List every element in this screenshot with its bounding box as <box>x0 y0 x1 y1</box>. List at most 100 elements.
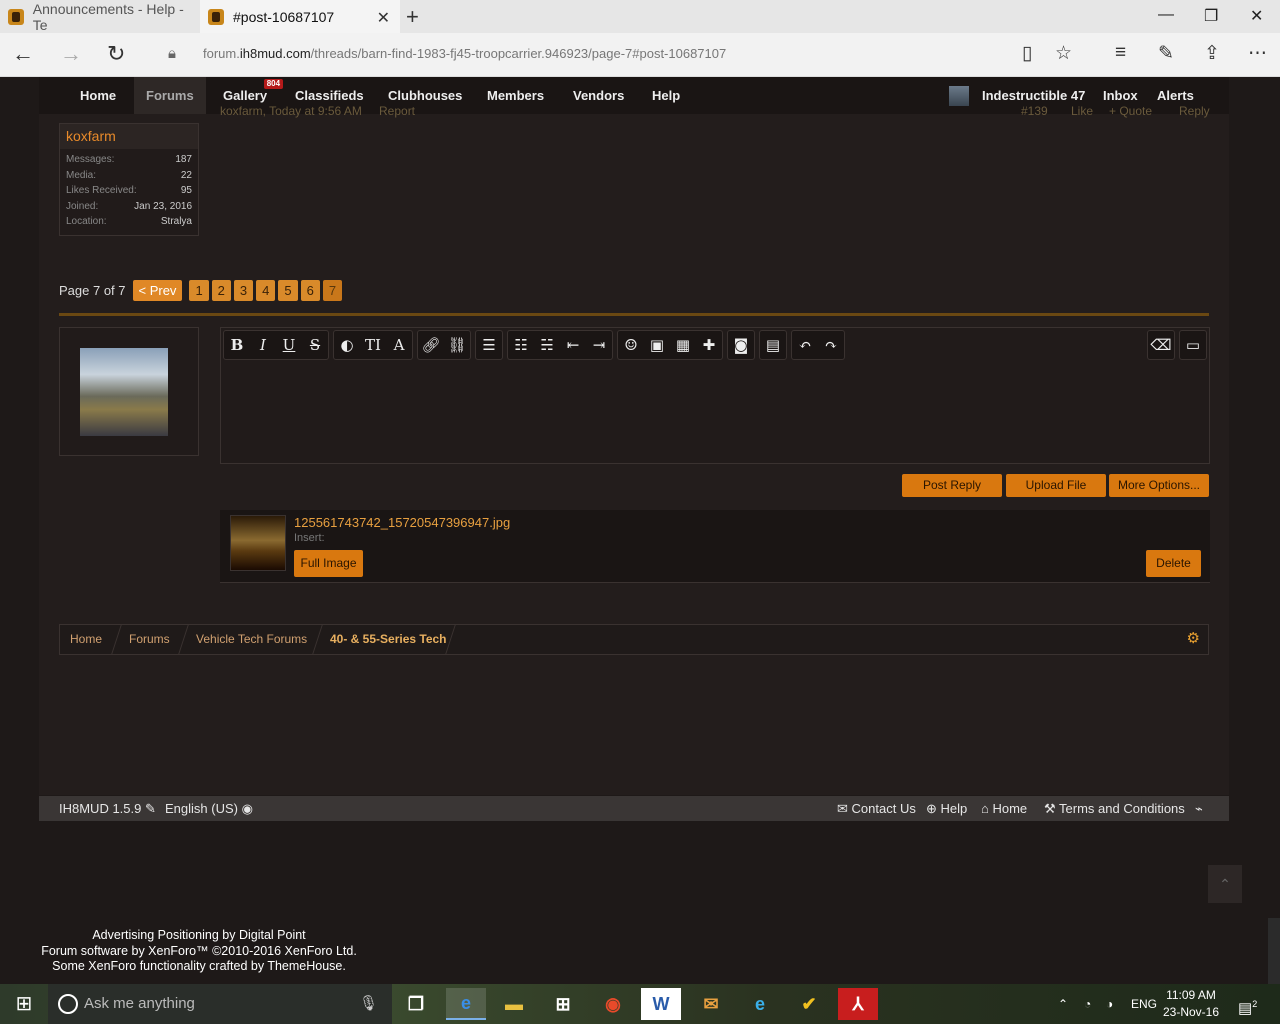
task-view-icon[interactable]: ❐ <box>396 988 436 1020</box>
reply-link[interactable]: Reply <box>1179 104 1210 118</box>
insert-icon[interactable]: ✚ <box>696 331 722 359</box>
breadcrumb-home[interactable]: Home <box>70 625 102 654</box>
avatar[interactable] <box>80 348 168 436</box>
breadcrumb-forums[interactable]: Forums <box>129 625 170 654</box>
username-link[interactable]: koxfarm <box>60 124 198 149</box>
reading-view-icon[interactable]: ▯ <box>1022 42 1032 65</box>
unlink-icon[interactable]: ⛓︎ <box>444 331 470 359</box>
bbcode-toggle-icon[interactable]: ▭ <box>1180 331 1206 359</box>
page-link[interactable]: 3 <box>233 279 254 301</box>
nav-forums[interactable]: Forums <box>134 77 206 114</box>
file-explorer-icon[interactable]: ▬ <box>494 988 534 1020</box>
like-link[interactable]: Like <box>1071 104 1093 118</box>
store-icon[interactable]: ⊞ <box>543 988 583 1020</box>
quote-link[interactable]: + Quote <box>1109 104 1152 118</box>
input-language[interactable]: ENG <box>1131 984 1157 1024</box>
close-window-icon[interactable]: ✕ <box>1250 6 1263 26</box>
current-page[interactable]: 7 <box>322 279 343 301</box>
smilie-icon[interactable]: ☺ <box>618 331 644 359</box>
edge-icon[interactable]: e <box>446 988 486 1020</box>
page-link[interactable]: 1 <box>189 279 209 301</box>
language-chooser[interactable]: English (US) ◉ <box>165 796 253 821</box>
restore-icon[interactable]: ❐ <box>1204 6 1218 26</box>
italic-icon[interactable]: I <box>250 331 276 359</box>
browser-tab-post[interactable]: #post-10687107 ✕ <box>200 0 400 33</box>
back-arrow-icon[interactable]: ← <box>12 41 34 67</box>
more-options-button[interactable]: More Options... <box>1109 474 1209 497</box>
bullet-list-icon[interactable]: ☷ <box>508 331 534 359</box>
post-reply-button[interactable]: Post Reply <box>902 474 1002 497</box>
upload-file-button[interactable]: Upload File <box>1006 474 1106 497</box>
browser-tab-announcements[interactable]: Announcements - Help - Te <box>0 0 200 33</box>
more-menu-icon[interactable]: ⋯ <box>1248 42 1267 65</box>
color-icon[interactable]: ◐ <box>334 331 360 359</box>
underline-icon[interactable]: U <box>276 331 302 359</box>
microphone-icon[interactable]: 🎙︎ <box>359 984 378 1024</box>
url-field[interactable]: forum.ih8mud.com/threads/barn-find-1983-… <box>203 46 726 61</box>
style-chooser[interactable]: IH8MUD 1.5.9 ✎ <box>59 796 156 821</box>
page-link[interactable]: 2 <box>211 279 231 301</box>
attachment-thumbnail[interactable] <box>230 515 286 571</box>
breadcrumb-current[interactable]: 40- & 55-Series Tech <box>330 625 447 654</box>
attachment-filename[interactable]: 125561743742_15720547396947.jpg <box>294 515 510 530</box>
numbered-list-icon[interactable]: ☵ <box>534 331 560 359</box>
close-tab-icon[interactable]: ✕ <box>377 8 390 28</box>
post-number[interactable]: #139 <box>1021 104 1048 118</box>
nav-home[interactable]: Home <box>68 77 128 114</box>
nav-members[interactable]: Members <box>475 77 556 114</box>
scroll-to-top-button[interactable]: ⌃ <box>1208 865 1242 903</box>
volume-icon[interactable]: ◑ <box>1106 984 1113 1024</box>
link-icon[interactable]: 🔗︎ <box>418 331 444 359</box>
acrobat-icon[interactable]: ⅄ <box>838 988 878 1020</box>
system-clock[interactable]: 11:09 AM 23-Nov-16 <box>1160 987 1222 1021</box>
credit-line[interactable]: Some XenForo functionality crafted by Th… <box>39 959 359 975</box>
cortana-search[interactable]: Ask me anything 🎙︎ <box>48 984 392 1024</box>
page-link[interactable]: 5 <box>278 279 298 301</box>
font-family-icon[interactable]: A <box>386 331 412 359</box>
share-icon[interactable]: ⇪ <box>1204 42 1220 65</box>
save-draft-icon[interactable]: ▤ <box>760 331 786 359</box>
font-size-icon[interactable]: TI <box>360 331 386 359</box>
remove-format-icon[interactable]: ⌫ <box>1148 331 1174 359</box>
show-hidden-icons[interactable]: ⌃ <box>1058 984 1068 1024</box>
norton-icon[interactable]: ✔ <box>789 988 829 1020</box>
page-link[interactable]: 4 <box>256 279 276 301</box>
web-note-icon[interactable]: ✎ <box>1158 42 1174 65</box>
help-link[interactable]: ⊕ Help <box>926 796 967 821</box>
nav-vendors[interactable]: Vendors <box>561 77 636 114</box>
align-icon[interactable]: ☰ <box>476 331 502 359</box>
home-link[interactable]: ⌂ Home <box>981 796 1027 821</box>
wifi-icon[interactable]: ◔ <box>1084 984 1091 1024</box>
camera-icon[interactable]: ◙ <box>728 331 754 359</box>
indent-icon[interactable]: ⇥ <box>586 331 612 359</box>
report-link[interactable]: Report <box>379 104 415 118</box>
reply-editor[interactable]: B I U S ◐ TI A 🔗︎ ⛓︎ ☰ ☷ ☵ ⇤ ⇥ ☺ ▣ ▦ ✚ ◙… <box>220 327 1210 464</box>
refresh-icon[interactable]: ↻ <box>107 41 125 67</box>
internet-explorer-icon[interactable]: e <box>740 988 780 1020</box>
full-image-button[interactable]: Full Image <box>294 550 363 577</box>
credit-line[interactable]: Advertising Positioning by Digital Point <box>39 928 359 944</box>
bold-icon[interactable]: B <box>224 331 250 359</box>
mail-icon[interactable]: ✉ <box>691 988 731 1020</box>
forward-arrow-icon[interactable]: → <box>60 41 82 67</box>
delete-button[interactable]: Delete <box>1146 550 1201 577</box>
user-avatar[interactable] <box>949 86 969 106</box>
scrollbar[interactable] <box>1268 918 1280 984</box>
chrome-icon[interactable]: ◉ <box>593 988 633 1020</box>
post-author-time[interactable]: koxfarm, Today at 9:56 AM <box>220 104 362 118</box>
prev-page-button[interactable]: < Prev <box>132 279 183 301</box>
strikethrough-icon[interactable]: S <box>302 331 328 359</box>
image-icon[interactable]: ▣ <box>644 331 670 359</box>
redo-icon[interactable]: ↷ <box>818 331 844 359</box>
new-tab-icon[interactable]: + <box>406 4 419 30</box>
page-link[interactable]: 6 <box>300 279 320 301</box>
nav-help[interactable]: Help <box>640 77 692 114</box>
terms-link[interactable]: ⚒ Terms and Conditions <box>1044 796 1185 821</box>
contact-us-link[interactable]: ✉ Contact Us <box>837 796 916 821</box>
breadcrumb-vehicle-tech[interactable]: Vehicle Tech Forums <box>196 625 307 654</box>
rss-icon[interactable]: ⌁ <box>1195 796 1203 821</box>
action-center-icon[interactable]: ▤2 <box>1238 984 1257 1024</box>
minimize-icon[interactable]: — <box>1158 6 1174 24</box>
word-icon[interactable]: W <box>641 988 681 1020</box>
hub-icon[interactable]: ≡ <box>1115 42 1126 64</box>
